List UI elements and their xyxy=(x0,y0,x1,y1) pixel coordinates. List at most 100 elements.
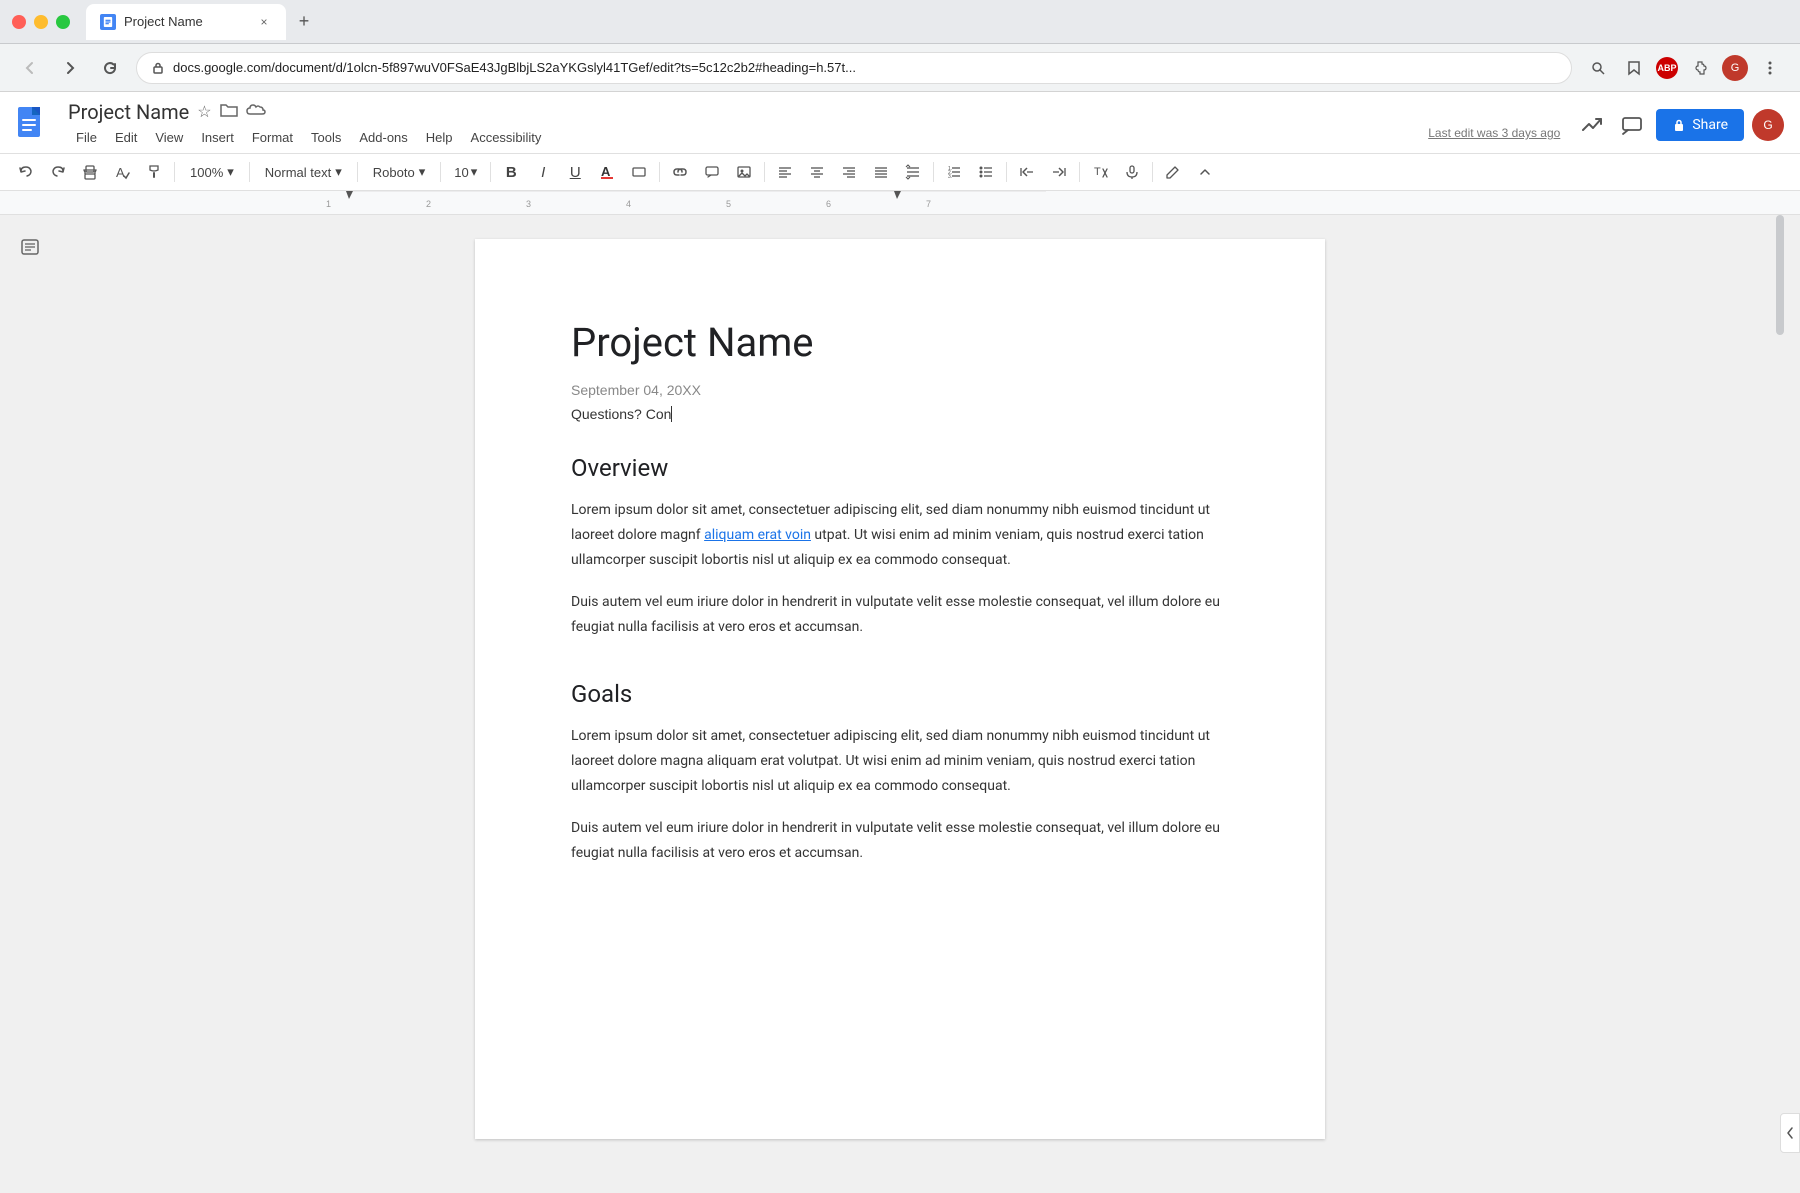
paint-icon xyxy=(146,164,162,180)
search-button[interactable] xyxy=(1584,54,1612,82)
user-avatar[interactable]: G xyxy=(1752,109,1784,141)
collapse-toolbar-button[interactable] xyxy=(1191,158,1219,186)
comments-button[interactable] xyxy=(1616,109,1648,141)
new-tab-button[interactable]: + xyxy=(290,8,318,36)
redo-button[interactable] xyxy=(44,158,72,186)
bulleted-list-button[interactable] xyxy=(972,158,1000,186)
browser-menu-button[interactable] xyxy=(1756,54,1784,82)
svg-text:1: 1 xyxy=(326,199,331,209)
goals-paragraph-1: Lorem ipsum dolor sit amet, consectetuer… xyxy=(571,724,1229,800)
comment-format-icon xyxy=(704,164,720,180)
svg-text:3: 3 xyxy=(526,199,531,209)
trending-button[interactable] xyxy=(1576,109,1608,141)
link-icon xyxy=(672,164,688,180)
align-right-button[interactable] xyxy=(835,158,863,186)
scrollbar-thumb[interactable] xyxy=(1776,215,1784,335)
italic-button[interactable]: I xyxy=(529,158,557,186)
doc-questions[interactable]: Questions? Con xyxy=(571,406,1229,422)
numbered-list-button[interactable]: 1.2.3. xyxy=(940,158,968,186)
align-justify-button[interactable] xyxy=(867,158,895,186)
image-button[interactable] xyxy=(730,158,758,186)
menu-format[interactable]: Format xyxy=(244,126,301,149)
cloud-icon[interactable] xyxy=(246,102,266,123)
tab-close-button[interactable]: × xyxy=(256,14,272,30)
paint-format-button[interactable] xyxy=(140,158,168,186)
tab-title: Project Name xyxy=(124,14,248,29)
clear-format-icon: T xyxy=(1092,164,1108,180)
line-spacing-button[interactable] xyxy=(899,158,927,186)
browser-account-avatar[interactable]: G xyxy=(1722,55,1748,81)
maximize-window-button[interactable] xyxy=(56,15,70,29)
collapse-sidebar-button[interactable] xyxy=(1780,1113,1800,1153)
star-icon[interactable]: ☆ xyxy=(197,102,211,122)
ruler: 1 2 3 4 5 6 7 xyxy=(0,191,1800,215)
ruler-inner: 1 2 3 4 5 6 7 xyxy=(246,191,1046,214)
active-tab[interactable]: Project Name × xyxy=(86,4,286,40)
divider-6 xyxy=(659,162,660,182)
overview-heading: Overview xyxy=(571,454,1229,482)
style-dropdown[interactable]: Normal text ▾ xyxy=(256,159,351,185)
extensions-button[interactable] xyxy=(1686,54,1714,82)
edit-mode-icon xyxy=(1165,164,1181,180)
underline-button[interactable]: U xyxy=(561,158,589,186)
outline-icon xyxy=(20,237,40,257)
share-label: Share xyxy=(1692,117,1728,133)
back-button[interactable] xyxy=(16,54,44,82)
menu-tools[interactable]: Tools xyxy=(303,126,349,149)
forward-icon xyxy=(62,60,78,76)
divider-4 xyxy=(440,162,441,182)
font-size-dropdown[interactable]: 10 ▾ xyxy=(447,159,484,185)
adblock-button[interactable]: ABP xyxy=(1656,57,1678,79)
menu-insert[interactable]: Insert xyxy=(193,126,242,149)
last-edit-label[interactable]: Last edit was 3 days ago xyxy=(1428,126,1560,149)
overview-link[interactable]: aliquam erat voin xyxy=(704,527,811,543)
indent-more-icon xyxy=(1051,164,1067,180)
scrollbar-track xyxy=(1784,215,1792,1193)
link-button[interactable] xyxy=(666,158,694,186)
share-button[interactable]: Share xyxy=(1656,109,1744,141)
menu-help[interactable]: Help xyxy=(418,126,461,149)
svg-text:4: 4 xyxy=(626,199,631,209)
style-arrow: ▾ xyxy=(335,164,342,180)
text-color-button[interactable]: A xyxy=(593,158,621,186)
spellcheck-button[interactable]: A xyxy=(108,158,136,186)
minimize-window-button[interactable] xyxy=(34,15,48,29)
undo-button[interactable] xyxy=(12,158,40,186)
doc-area[interactable]: Project Name September 04, 20XX Question… xyxy=(60,215,1740,1193)
edit-mode-button[interactable] xyxy=(1159,158,1187,186)
folder-icon[interactable] xyxy=(220,102,238,123)
comment-format-button[interactable] xyxy=(698,158,726,186)
docs-actions: Share G xyxy=(1576,109,1784,141)
bold-button[interactable]: B xyxy=(497,158,525,186)
align-left-button[interactable] xyxy=(771,158,799,186)
refresh-button[interactable] xyxy=(96,54,124,82)
close-window-button[interactable] xyxy=(12,15,26,29)
menu-file[interactable]: File xyxy=(68,126,105,149)
svg-text:3.: 3. xyxy=(948,174,952,180)
browser-actions: ABP G xyxy=(1584,54,1784,82)
menu-addons[interactable]: Add-ons xyxy=(351,126,415,149)
print-button[interactable] xyxy=(76,158,104,186)
font-dropdown[interactable]: Roboto ▾ xyxy=(364,159,434,185)
zoom-dropdown[interactable]: 100% ▾ xyxy=(181,159,243,185)
bookmark-button[interactable] xyxy=(1620,54,1648,82)
voice-input-button[interactable] xyxy=(1118,158,1146,186)
adblock-label: ABP xyxy=(1657,63,1676,73)
doc-page: Project Name September 04, 20XX Question… xyxy=(475,239,1325,1139)
menu-edit[interactable]: Edit xyxy=(107,126,145,149)
user-initial: G xyxy=(1763,118,1772,132)
menu-accessibility[interactable]: Accessibility xyxy=(463,126,550,149)
search-icon xyxy=(1590,60,1606,76)
forward-button[interactable] xyxy=(56,54,84,82)
font-size-value: 10 xyxy=(454,165,468,180)
clear-format-button[interactable]: T xyxy=(1086,158,1114,186)
menu-view[interactable]: View xyxy=(147,126,191,149)
svg-text:A: A xyxy=(116,165,125,180)
indent-less-button[interactable] xyxy=(1013,158,1041,186)
url-bar[interactable]: docs.google.com/document/d/1olcn-5f897wu… xyxy=(136,52,1572,84)
highlight-button[interactable] xyxy=(625,158,653,186)
align-center-button[interactable] xyxy=(803,158,831,186)
questions-text: Questions? Con xyxy=(571,406,671,422)
outline-button[interactable] xyxy=(14,231,46,263)
indent-more-button[interactable] xyxy=(1045,158,1073,186)
